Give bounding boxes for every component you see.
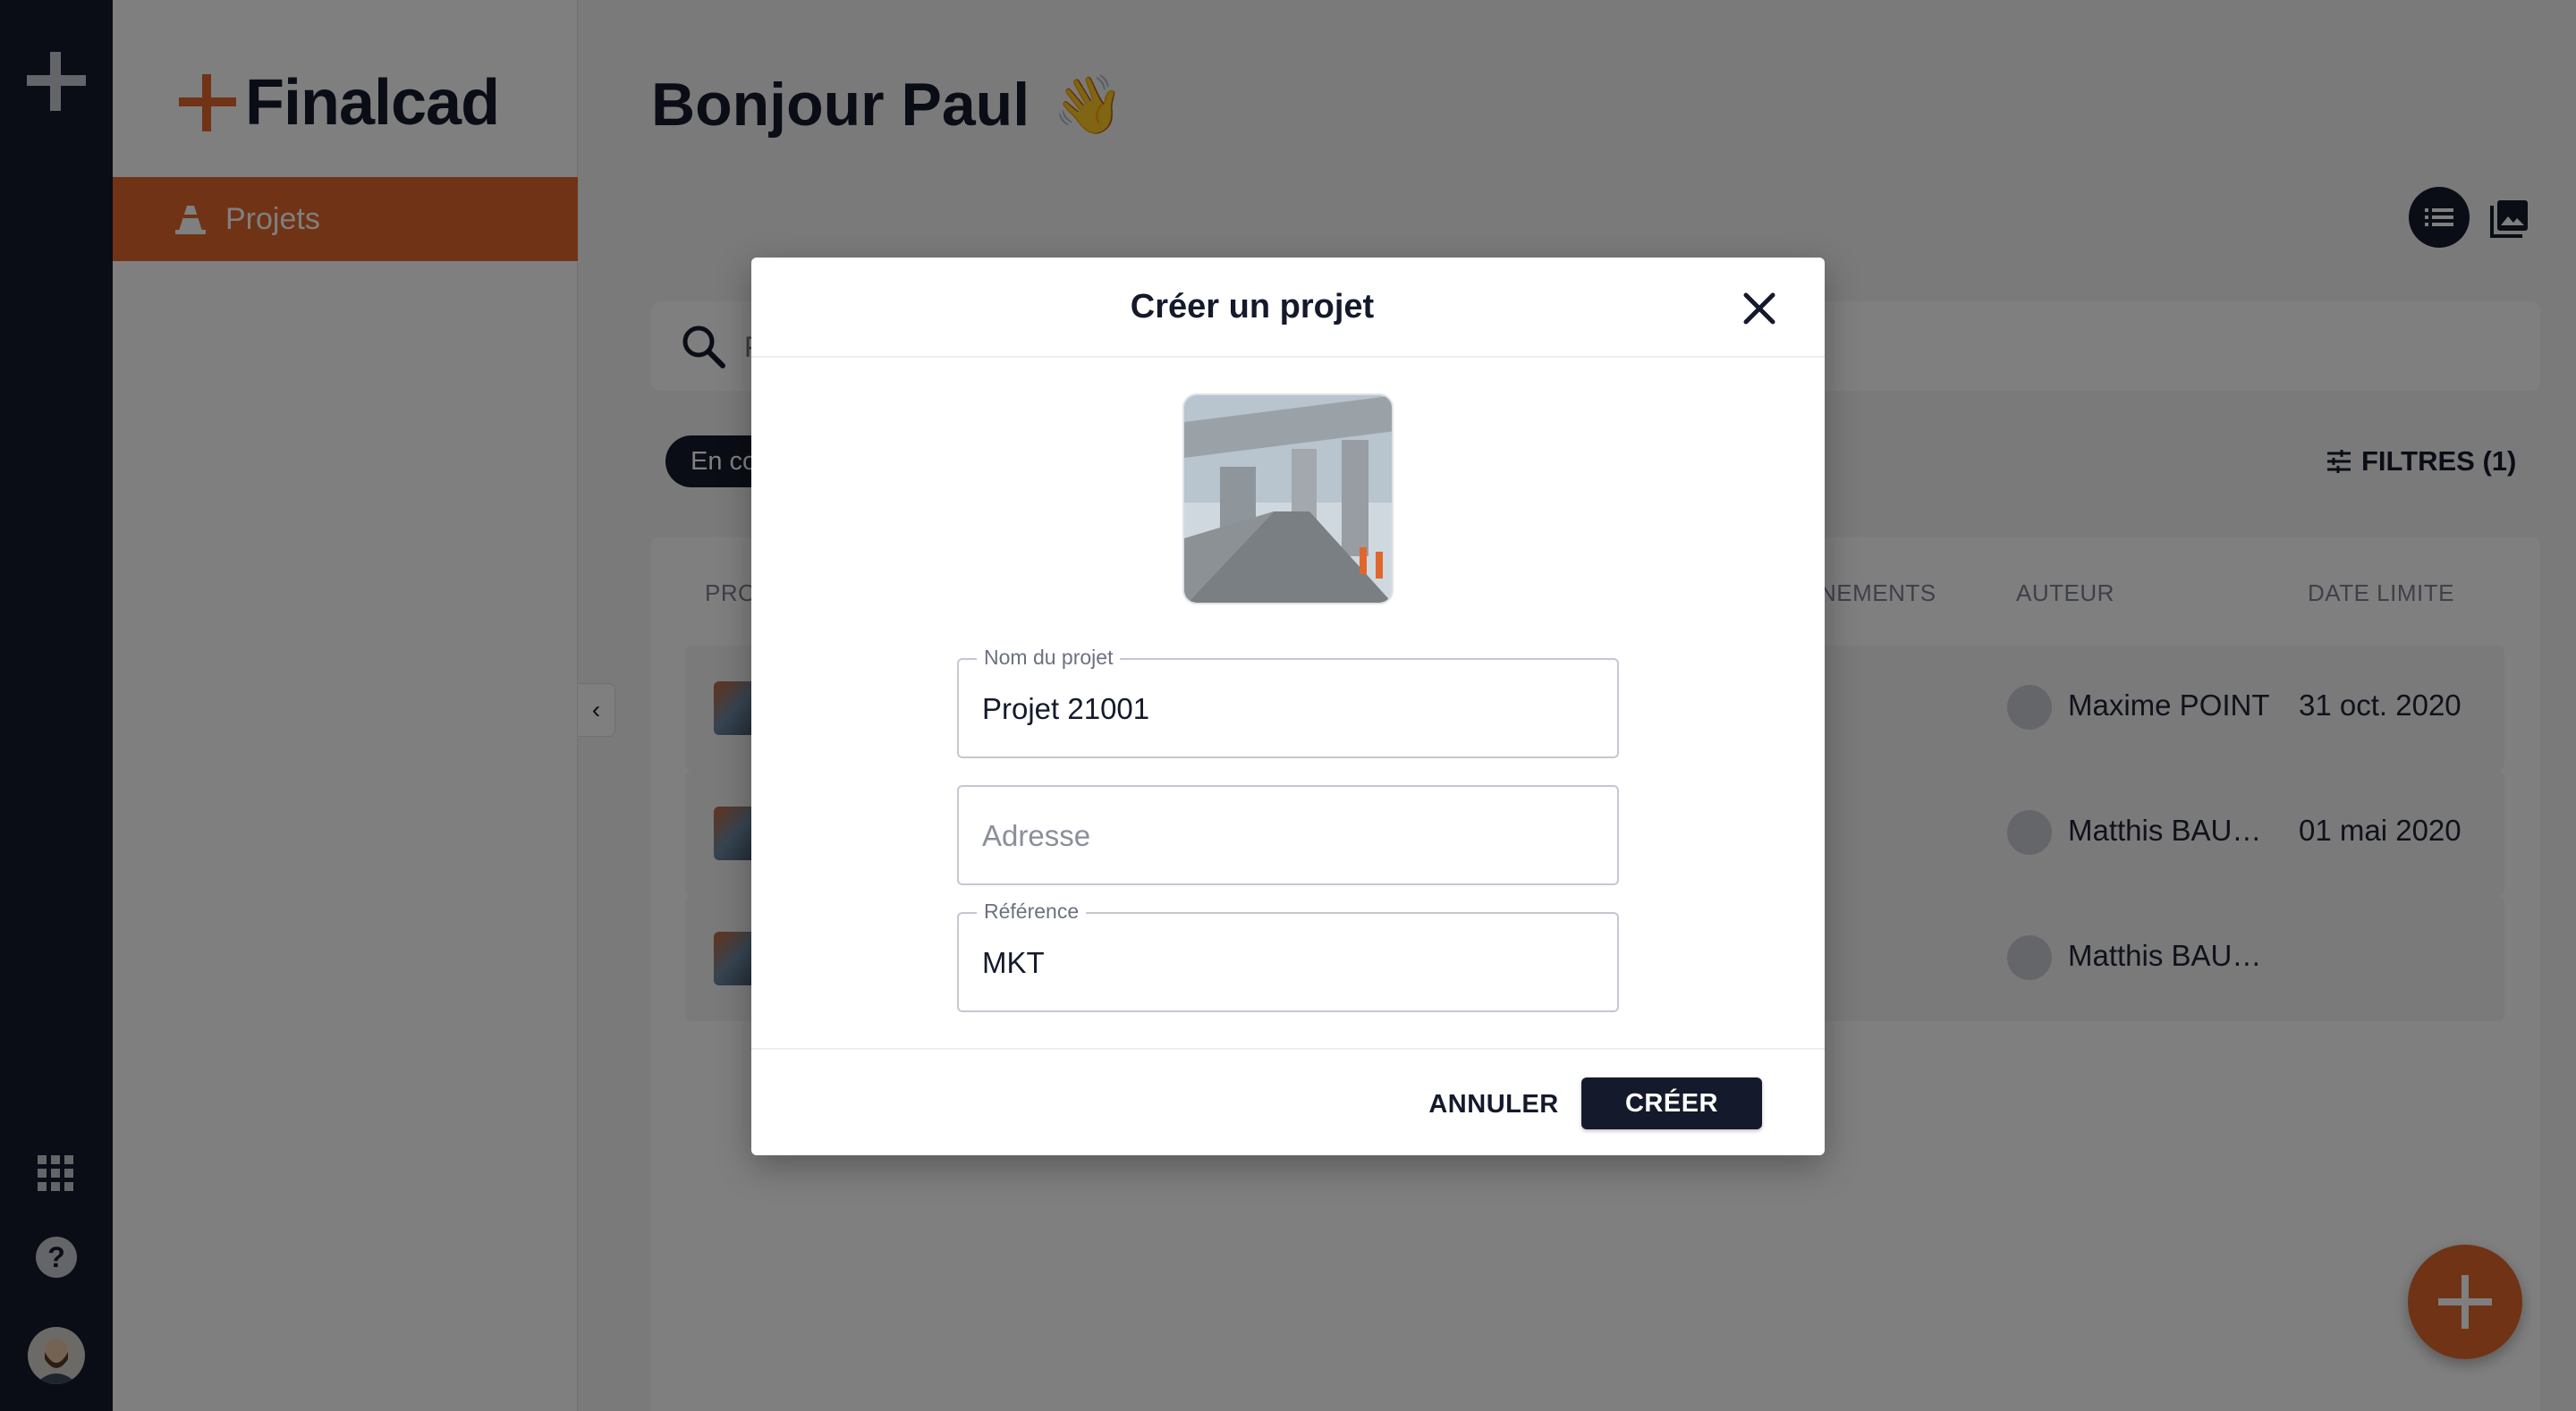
dialog-title: Créer un projet [1130, 288, 1375, 325]
project-name-input[interactable] [982, 685, 1590, 733]
create-project-dialog: Créer un projet Nom du projet Référence [751, 258, 1825, 1155]
project-name-label: Nom du projet [977, 646, 1121, 670]
address-field [957, 785, 1619, 885]
cancel-button[interactable]: ANNULER [1404, 1078, 1583, 1130]
dialog-footer: ANNULER CRÉER [751, 1048, 1825, 1155]
project-photo [1184, 395, 1392, 603]
project-image[interactable] [1182, 393, 1394, 604]
address-input[interactable] [982, 812, 1590, 860]
close-icon[interactable] [1741, 290, 1778, 327]
project-name-field: Nom du projet [957, 646, 1619, 758]
dialog-header: Créer un projet [751, 258, 1825, 358]
create-button[interactable]: CRÉER [1581, 1077, 1762, 1129]
reference-input[interactable] [982, 939, 1590, 987]
reference-label: Référence [977, 900, 1087, 924]
reference-field: Référence [957, 900, 1619, 1012]
